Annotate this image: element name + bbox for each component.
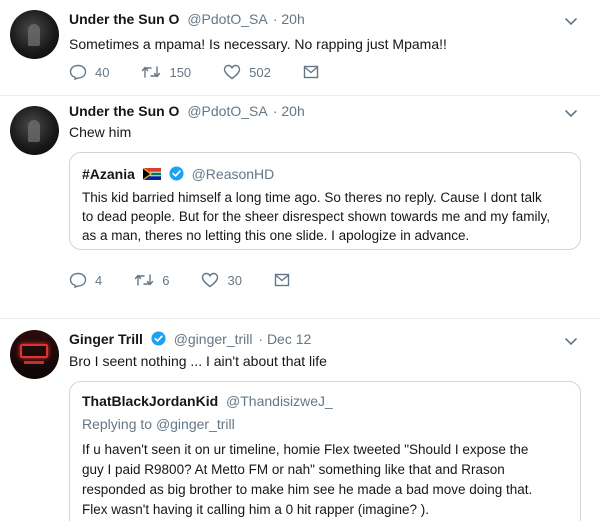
- tweet-text: Chew him: [69, 124, 132, 140]
- tweet-actions: 40 150 502: [69, 64, 359, 80]
- avatar[interactable]: [10, 10, 59, 59]
- retweet-button[interactable]: 150: [141, 65, 191, 80]
- handle[interactable]: @PdotO_SA: [187, 11, 267, 27]
- quoted-tweet-header: #Azania @ReasonHD: [82, 166, 274, 182]
- timestamp[interactable]: · 20h: [273, 103, 305, 119]
- like-icon: [202, 272, 219, 288]
- verified-icon: [151, 331, 166, 346]
- quoted-display-name[interactable]: #Azania: [82, 166, 135, 182]
- chevron-down-icon[interactable]: [564, 14, 578, 28]
- tweet[interactable]: Under the Sun O @PdotO_SA · 20h Chew him…: [0, 96, 600, 306]
- timestamp[interactable]: · Dec 12: [258, 331, 311, 347]
- retweet-count: 6: [162, 272, 170, 288]
- retweet-icon: [142, 66, 161, 78]
- retweet-icon: [135, 274, 154, 286]
- quoted-handle[interactable]: @ThandisizweJ_: [226, 393, 333, 409]
- quoted-tweet-text: If u haven't seen it on ur timeline, hom…: [82, 440, 570, 520]
- display-name[interactable]: Under the Sun O: [69, 11, 179, 27]
- quoted-tweet-text: This kid barried himself a long time ago…: [82, 188, 570, 245]
- timestamp[interactable]: · 20h: [273, 11, 305, 27]
- message-button[interactable]: [303, 65, 327, 79]
- reply-button[interactable]: 40: [69, 64, 109, 80]
- like-button[interactable]: 502: [223, 64, 271, 80]
- tweet[interactable]: Ginger Trill @ginger_trill · Dec 12 Bro …: [0, 319, 600, 521]
- like-count: 502: [249, 64, 271, 80]
- message-icon: [274, 273, 290, 287]
- retweet-button[interactable]: 6: [134, 273, 169, 288]
- tweet-text: Sometimes a mpama! Is necessary. No rapp…: [69, 36, 447, 52]
- reply-count: 4: [95, 272, 103, 288]
- quoted-display-name[interactable]: ThatBlackJordanKid: [82, 393, 218, 409]
- chevron-down-icon[interactable]: [564, 334, 578, 348]
- south-africa-flag-icon: [142, 168, 161, 180]
- replying-label: Replying to: [82, 416, 153, 432]
- display-name[interactable]: Under the Sun O: [69, 103, 179, 119]
- quoted-handle[interactable]: @ReasonHD: [192, 166, 275, 182]
- replying-mention[interactable]: @ginger_trill: [156, 416, 235, 432]
- quoted-text-line: If u haven't seen it on ur timeline, hom…: [82, 442, 529, 457]
- tweet-actions: 4 6 30: [69, 272, 330, 288]
- quoted-text-line: guy I paid R9800? At Metto FM or nah" so…: [82, 462, 505, 477]
- message-icon: [303, 65, 319, 79]
- handle[interactable]: @ginger_trill: [174, 331, 253, 347]
- like-icon: [223, 64, 241, 80]
- message-button[interactable]: [274, 273, 298, 287]
- tweet[interactable]: Under the Sun O @PdotO_SA · 20h Sometime…: [0, 0, 600, 95]
- verified-icon: [169, 166, 184, 181]
- handle[interactable]: @PdotO_SA: [187, 103, 267, 119]
- replying-to: Replying to @ginger_trill: [82, 416, 235, 432]
- display-name[interactable]: Ginger Trill: [69, 331, 143, 347]
- tweet-header: Under the Sun O @PdotO_SA · 20h: [69, 11, 305, 27]
- like-count: 30: [227, 272, 242, 288]
- quoted-tweet[interactable]: #Azania @ReasonHD This kid barried himse…: [69, 152, 581, 250]
- quoted-text-line: This kid barried himself a long time ago…: [82, 190, 542, 205]
- retweet-count: 150: [169, 64, 192, 80]
- chevron-down-icon[interactable]: [564, 106, 578, 120]
- reply-icon: [69, 64, 87, 80]
- quoted-tweet-header: ThatBlackJordanKid @ThandisizweJ_: [82, 393, 333, 409]
- quoted-text-line: to dead people. But for the sheer disres…: [82, 209, 550, 224]
- tweet-header: Under the Sun O @PdotO_SA · 20h: [69, 103, 305, 119]
- tweet-text: Bro I seent nothing ... I ain't about th…: [69, 353, 327, 369]
- reply-count: 40: [95, 64, 110, 80]
- tweet-header: Ginger Trill @ginger_trill · Dec 12: [69, 331, 311, 347]
- like-button[interactable]: 30: [201, 272, 242, 288]
- quoted-tweet[interactable]: ThatBlackJordanKid @ThandisizweJ_ Replyi…: [69, 381, 581, 521]
- avatar[interactable]: [10, 330, 59, 379]
- reply-button[interactable]: 4: [69, 272, 102, 288]
- quoted-text-line: as a man, theres no letting this one sli…: [82, 228, 470, 243]
- avatar[interactable]: [10, 106, 59, 155]
- quoted-text-line: responded as big brother to make him see…: [82, 482, 533, 497]
- reply-icon: [69, 272, 87, 288]
- quoted-text-line: Flex wasn't having it calling him a 0 hi…: [82, 502, 429, 517]
